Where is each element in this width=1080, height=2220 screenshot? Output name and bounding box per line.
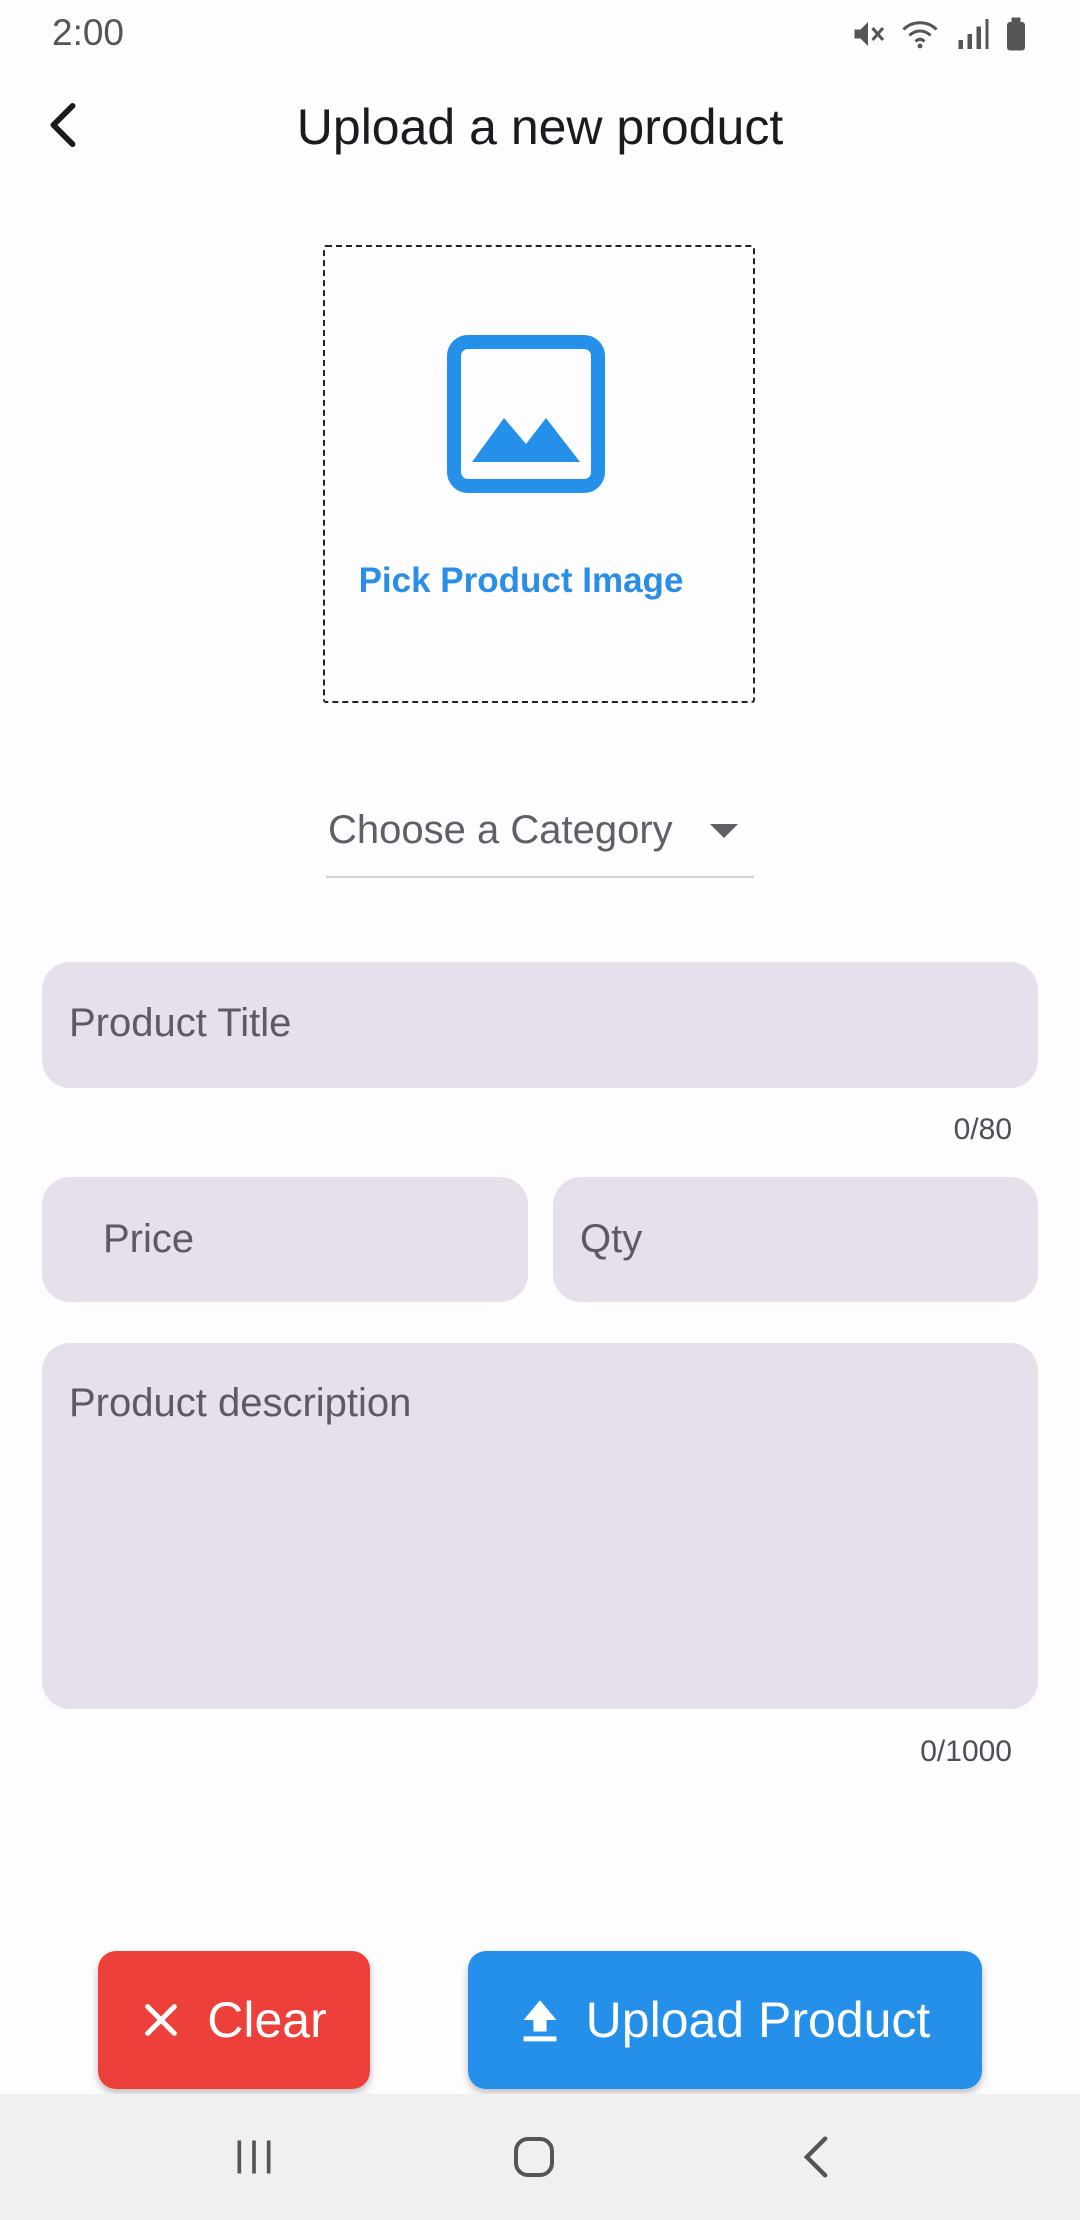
upload-product-screen: 2:00 Upload a new product Pick Product I… xyxy=(0,0,1080,2220)
price-label: Price xyxy=(103,1217,195,1261)
system-nav-bar xyxy=(0,2094,1080,2220)
product-description-label: Product description xyxy=(69,1381,412,1425)
product-description-field[interactable]: Product description xyxy=(42,1343,1038,1709)
mute-icon xyxy=(854,22,885,46)
title-char-counter: 0/80 xyxy=(953,1113,1012,1146)
upload-label: Upload Product xyxy=(585,1992,931,2048)
description-char-counter: 0/1000 xyxy=(920,1735,1012,1768)
app-bar: Upload a new product xyxy=(0,66,1080,196)
nav-back-icon xyxy=(803,2136,828,2178)
wifi-icon xyxy=(902,21,938,49)
image-picker[interactable]: Pick Product Image xyxy=(323,245,755,703)
recent-apps-button[interactable] xyxy=(214,2124,294,2190)
home-icon xyxy=(514,2137,554,2177)
qty-label: Qty xyxy=(580,1217,643,1261)
close-icon xyxy=(145,2004,178,2036)
dropdown-arrow-icon xyxy=(710,824,738,838)
price-field[interactable]: Price xyxy=(42,1177,528,1302)
clear-button[interactable]: Clear xyxy=(98,1951,370,2089)
signal-icon xyxy=(958,19,989,49)
page-title: Upload a new product xyxy=(296,99,784,155)
status-time: 2:00 xyxy=(52,12,125,53)
status-bar: 2:00 xyxy=(0,0,1080,66)
recent-apps-icon xyxy=(237,2140,271,2174)
product-title-label: Product Title xyxy=(69,1001,292,1045)
nav-back-button[interactable] xyxy=(776,2124,856,2190)
image-icon xyxy=(447,335,605,493)
status-icons xyxy=(850,14,1028,54)
category-label: Choose a Category xyxy=(328,808,673,852)
qty-field[interactable]: Qty xyxy=(553,1177,1038,1302)
battery-icon xyxy=(1007,17,1025,51)
product-title-field[interactable]: Product Title xyxy=(42,962,1038,1088)
pick-image-label: Pick Product Image xyxy=(358,561,684,600)
category-dropdown[interactable]: Choose a Category xyxy=(326,800,754,878)
upload-icon xyxy=(523,2000,557,2042)
home-button[interactable] xyxy=(494,2124,574,2190)
upload-product-button[interactable]: Upload Product xyxy=(468,1951,982,2089)
clear-label: Clear xyxy=(207,1992,327,2048)
